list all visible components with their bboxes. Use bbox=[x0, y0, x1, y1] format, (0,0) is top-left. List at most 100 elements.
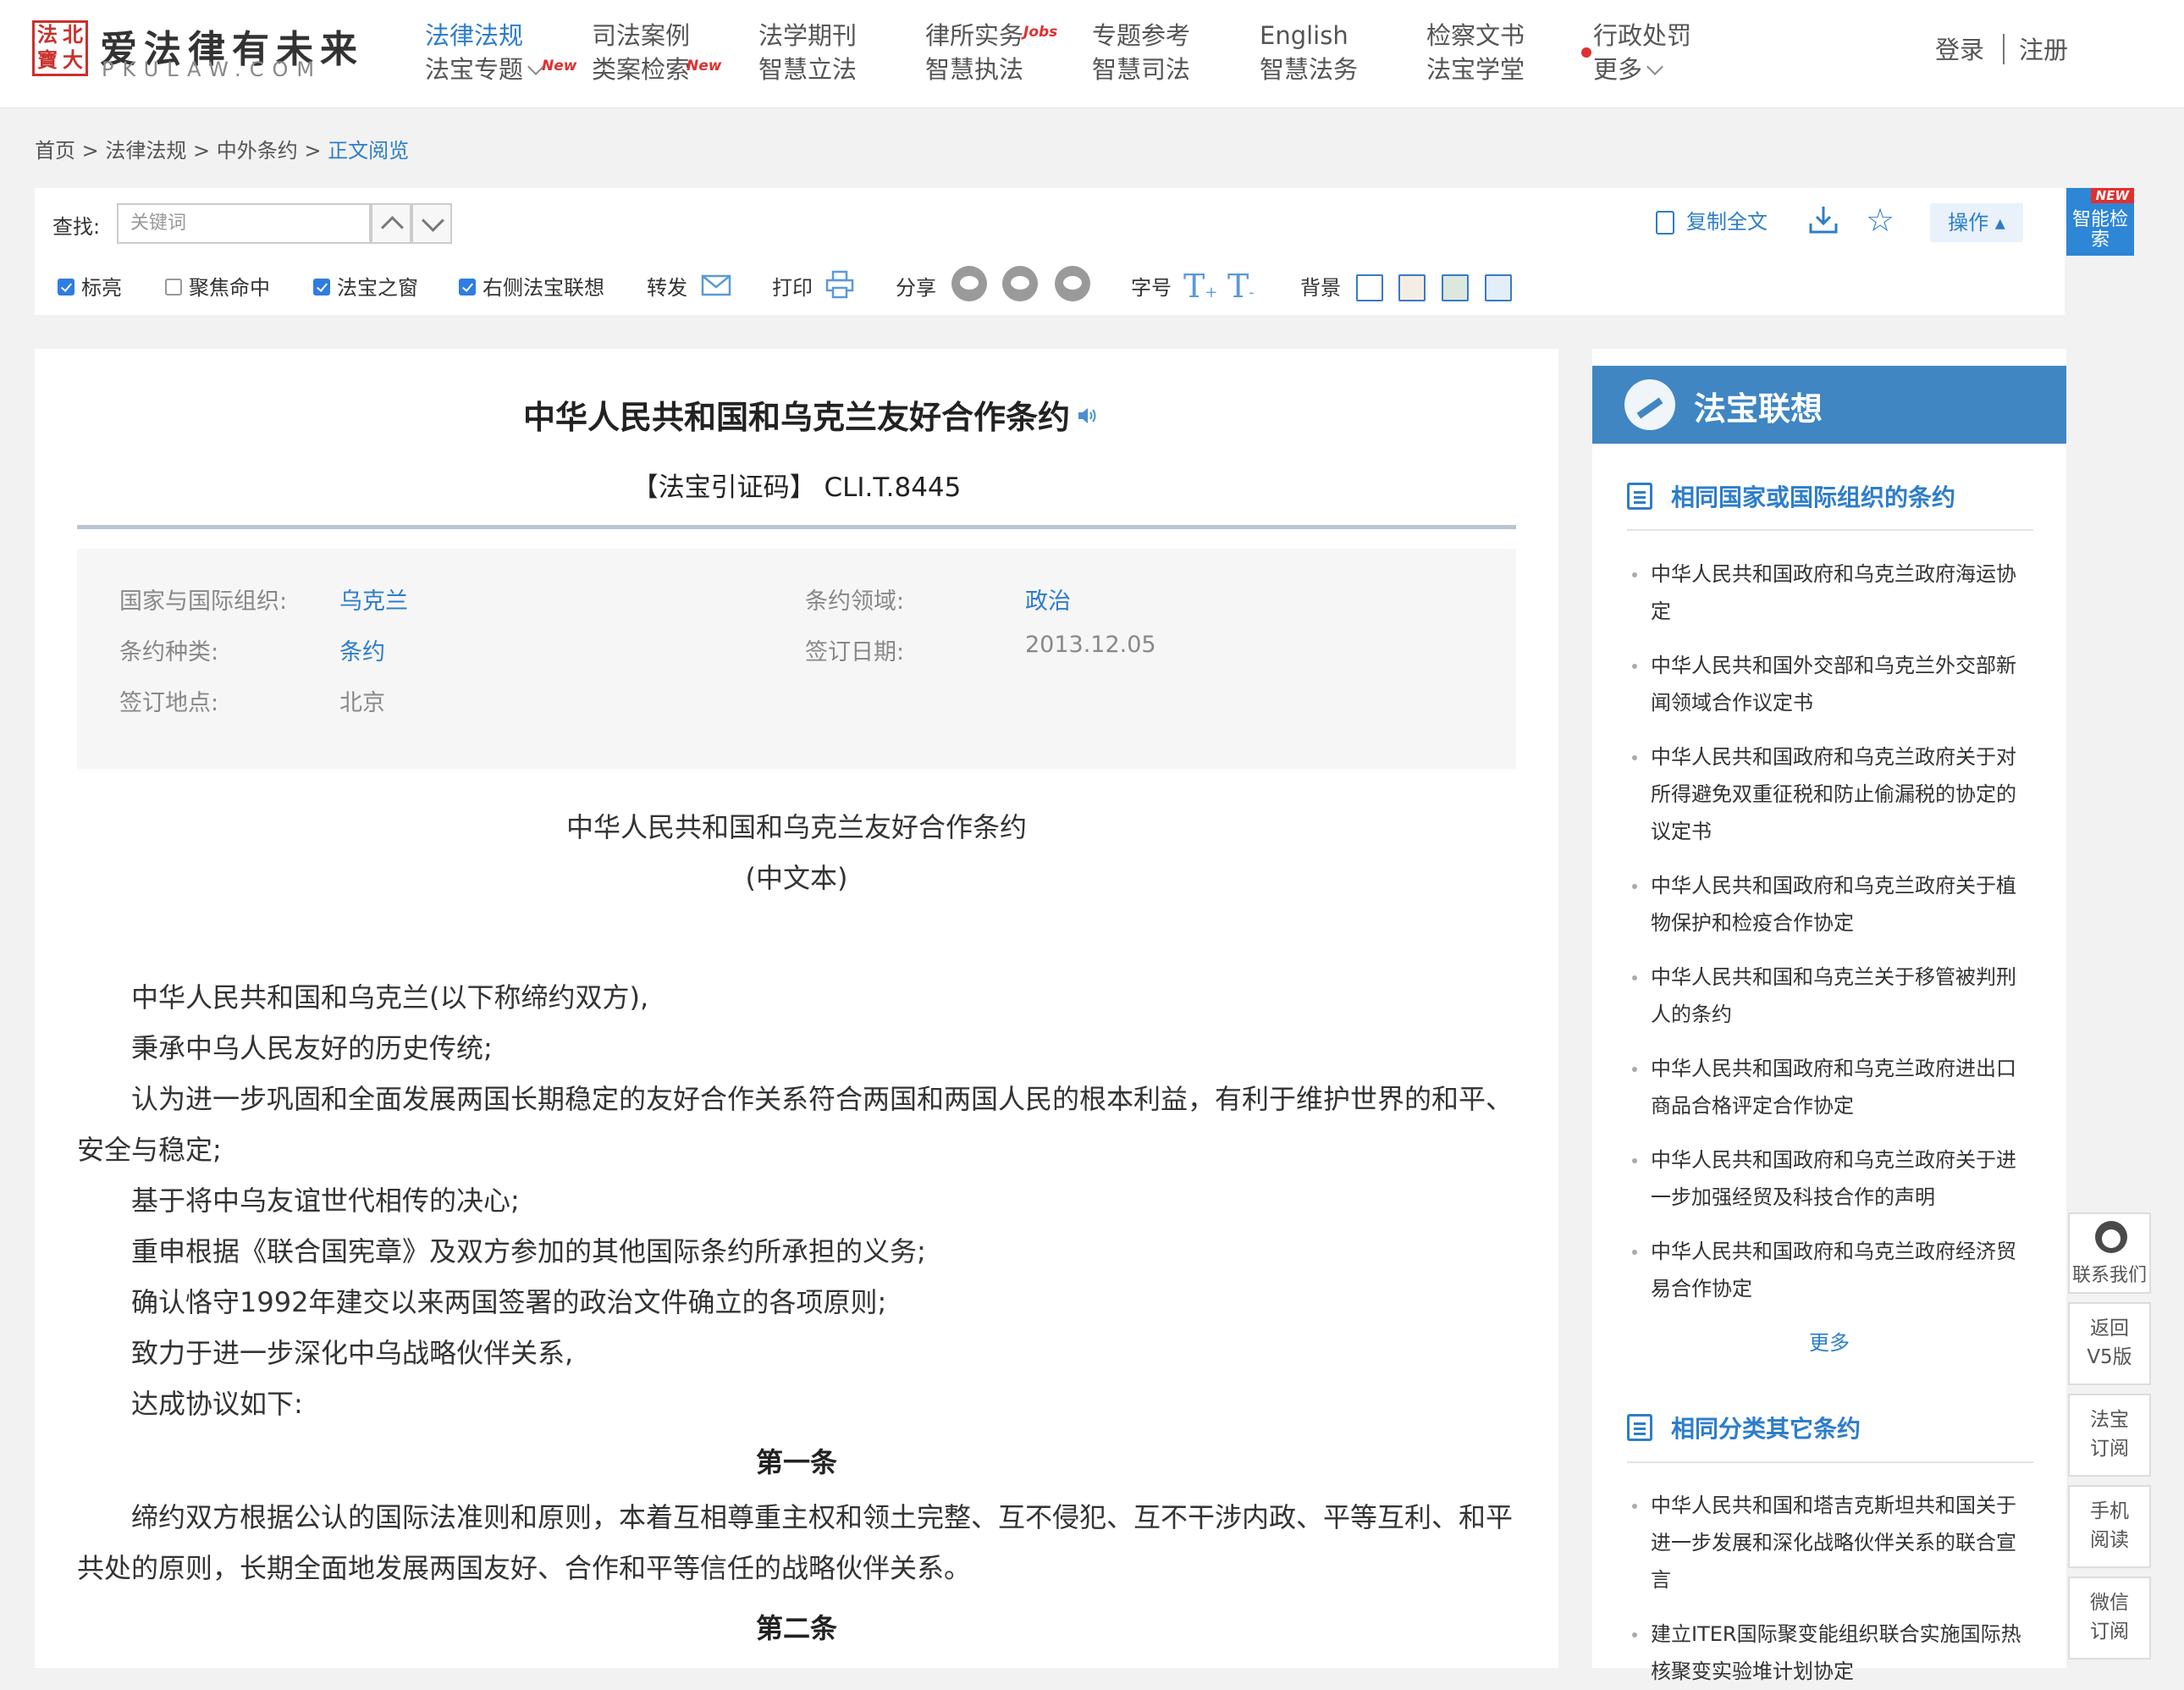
breadcrumb: 首页 > 法律法规 > 中外条约 > 正文阅览 bbox=[35, 139, 410, 163]
nav-reference[interactable]: 专题参考 bbox=[1092, 19, 1190, 52]
related-treaty-link[interactable]: 中华人民共和国政府和乌克兰政府关于进一步加强经贸及科技合作的声明 bbox=[1632, 1141, 2025, 1216]
checkbox-assoc[interactable] bbox=[459, 279, 476, 295]
bg-beige-swatch[interactable] bbox=[1398, 274, 1426, 301]
operations-button[interactable]: 操作 ▴ bbox=[1930, 203, 2023, 242]
download-icon[interactable] bbox=[1806, 203, 1840, 237]
nav-cases[interactable]: 司法案例 bbox=[592, 19, 690, 52]
contact-us-button[interactable]: 联系我们 bbox=[2068, 1212, 2151, 1294]
favorite-star-icon[interactable]: ☆ bbox=[1866, 203, 1900, 237]
nav-case-search[interactable]: 类案检索 New bbox=[592, 52, 721, 86]
font-increase-icon[interactable]: T+ bbox=[1183, 268, 1217, 305]
new-badge: NEW bbox=[2090, 188, 2134, 203]
prev-match-button[interactable] bbox=[371, 203, 411, 244]
preamble-paragraph: 中华人民共和国和乌克兰(以下称缔约双方), bbox=[131, 981, 649, 1013]
next-match-button[interactable] bbox=[411, 203, 452, 244]
copy-icon bbox=[1656, 211, 1674, 235]
nav-group-5: 专题参考 智慧司法 bbox=[1092, 19, 1190, 86]
mail-icon[interactable] bbox=[701, 273, 731, 298]
citation-code: 【法宝引证码】 CLI.T.8445 bbox=[631, 472, 962, 503]
divider bbox=[2003, 34, 2005, 64]
login-link[interactable]: 登录 bbox=[1935, 30, 1984, 66]
nav-smart-legal-affairs[interactable]: 智慧法务 bbox=[1260, 52, 1358, 86]
related-treaty-link[interactable]: 中华人民共和国政府和乌克兰政府经济贸易合作协定 bbox=[1632, 1233, 2025, 1307]
preamble-paragraph: 重申根据《联合国宪章》及双方参加的其他国际条约所承担的义务; bbox=[131, 1235, 926, 1268]
meta-type-label: 条约种类: bbox=[119, 639, 219, 666]
option-window[interactable]: 法宝之窗 bbox=[313, 273, 418, 303]
jobs-badge: Jobs bbox=[1023, 24, 1058, 41]
related-treaty-link[interactable]: 中华人民共和国和塔吉克斯坦共和国关于进一步发展和深化战略伙伴关系的联合宣言 bbox=[1632, 1487, 2025, 1599]
gavel-icon bbox=[1624, 379, 1675, 430]
nav-admin-penalty[interactable]: 行政处罚 bbox=[1593, 19, 1691, 52]
related-treaty-link[interactable]: 中华人民共和国政府和乌克兰政府关于对所得避免双重征税和防止偷漏税的协定的议定书 bbox=[1632, 738, 2025, 850]
speaker-icon[interactable] bbox=[1077, 405, 1099, 427]
font-decrease-icon[interactable]: T- bbox=[1227, 268, 1254, 305]
logo-seal: 法 北 寶 大 bbox=[32, 20, 88, 76]
nav-law-firm[interactable]: 律所实务 Jobs bbox=[925, 19, 1057, 52]
nav-procuratorate[interactable]: 检察文书 bbox=[1426, 19, 1525, 52]
breadcrumb-home[interactable]: 首页 bbox=[35, 139, 75, 163]
customer-service-icon bbox=[2095, 1221, 2127, 1253]
nav-smart-legislation[interactable]: 智慧立法 bbox=[758, 52, 857, 86]
weibo-share-icon[interactable] bbox=[1002, 266, 1038, 301]
nav-journals[interactable]: 法学期刊 bbox=[758, 19, 857, 52]
nav-english[interactable]: English bbox=[1260, 19, 1358, 52]
checkbox-highlight[interactable] bbox=[58, 279, 74, 295]
checkbox-focus[interactable] bbox=[165, 279, 182, 295]
meta-country-value[interactable]: 乌克兰 bbox=[339, 583, 408, 616]
bg-blue-swatch[interactable] bbox=[1485, 274, 1512, 301]
meta-domain-value[interactable]: 政治 bbox=[1025, 583, 1071, 616]
list-icon bbox=[1627, 1414, 1652, 1441]
bg-white-swatch[interactable] bbox=[1356, 274, 1383, 301]
keyword-search-input[interactable]: 关键词 bbox=[117, 203, 371, 244]
related-treaty-link[interactable]: 中华人民共和国外交部和乌克兰外交部新闻领域合作议定书 bbox=[1632, 647, 2025, 721]
breadcrumb-current: 正文阅览 bbox=[328, 139, 410, 163]
meta-type-value[interactable]: 条约 bbox=[339, 633, 385, 666]
breadcrumb-laws[interactable]: 法律法规 bbox=[105, 139, 186, 163]
smart-search-button[interactable]: NEW 智能检索 bbox=[2066, 188, 2134, 256]
meta-domain-label: 条约领域: bbox=[805, 588, 905, 615]
nav-group-1: 法律法规 法宝专题 New bbox=[425, 19, 576, 86]
wechat-share-icon[interactable] bbox=[951, 266, 987, 301]
document-name: 中华人民共和国和乌克兰友好合作条约 bbox=[565, 811, 1027, 843]
register-link[interactable]: 注册 bbox=[2019, 30, 2068, 66]
related-treaty-link[interactable]: 中华人民共和国政府和乌克兰政府进出口商品合格评定合作协定 bbox=[1632, 1050, 2025, 1124]
preamble-paragraph: 基于将中乌友谊世代相传的决心; bbox=[131, 1185, 520, 1217]
related-treaty-link[interactable]: 中华人民共和国政府和乌克兰政府关于植物保护和检疫合作协定 bbox=[1632, 867, 2025, 942]
printer-icon[interactable] bbox=[825, 269, 855, 300]
divider bbox=[1627, 1461, 2033, 1463]
preamble-paragraph: 确认恪守1992年建交以来两国签署的政治文件确立的各项原则; bbox=[131, 1286, 887, 1318]
related-treaty-link[interactable]: 中华人民共和国和乌克兰关于移管被判刑人的条约 bbox=[1632, 958, 2025, 1033]
nav-smart-enforcement[interactable]: 智慧执法 bbox=[925, 52, 1023, 86]
option-highlight[interactable]: 标亮 bbox=[58, 273, 122, 303]
find-label: 查找: bbox=[52, 215, 101, 239]
more-link[interactable]: 更多 bbox=[1809, 1326, 1850, 1356]
list-icon bbox=[1627, 483, 1652, 510]
related-treaty-link[interactable]: 建立ITER国际聚变能组织联合实施国际热核聚变实验堆计划协定 bbox=[1632, 1615, 2025, 1690]
option-assoc[interactable]: 右侧法宝联想 bbox=[459, 273, 604, 303]
qq-share-icon[interactable] bbox=[1055, 266, 1090, 301]
nav-laws[interactable]: 法律法规 bbox=[425, 19, 542, 52]
background-label: 背景 bbox=[1300, 276, 1341, 300]
preamble-paragraph: 致力于进一步深化中乌战略伙伴关系, bbox=[131, 1337, 574, 1369]
bg-green-swatch[interactable] bbox=[1442, 274, 1469, 301]
option-focus[interactable]: 聚焦命中 bbox=[165, 273, 270, 303]
breadcrumb-treaties[interactable]: 中外条约 bbox=[217, 139, 298, 163]
new-badge: New bbox=[687, 58, 722, 75]
nav-group-7: 检察文书 法宝学堂 bbox=[1426, 19, 1525, 86]
forward-label: 转发 bbox=[647, 276, 687, 300]
subscribe-button[interactable]: 法宝 订阅 bbox=[2068, 1394, 2151, 1477]
nav-smart-judiciary[interactable]: 智慧司法 bbox=[1092, 52, 1190, 86]
related-panel-header: 法宝联想 bbox=[1592, 366, 2066, 444]
nav-academy[interactable]: 法宝学堂 bbox=[1426, 52, 1525, 86]
return-v5-button[interactable]: 返回 V5版 bbox=[2068, 1302, 2151, 1385]
nav-more[interactable]: 更多 bbox=[1593, 52, 1691, 86]
wechat-subscribe-button[interactable]: 微信 订阅 bbox=[2068, 1577, 2151, 1660]
divider bbox=[1627, 529, 2033, 531]
related-treaty-link[interactable]: 中华人民共和国政府和乌克兰政府海运协定 bbox=[1632, 555, 2025, 630]
mobile-read-button[interactable]: 手机 阅读 bbox=[2068, 1485, 2151, 1568]
copy-all-button[interactable]: 复制全文 bbox=[1656, 205, 1768, 235]
preamble-paragraph: 达成协议如下: bbox=[131, 1388, 303, 1420]
checkbox-window[interactable] bbox=[313, 279, 330, 295]
section-same-country-title: 相同国家或国际组织的条约 bbox=[1671, 483, 1956, 511]
nav-topics[interactable]: 法宝专题 New bbox=[425, 52, 576, 86]
